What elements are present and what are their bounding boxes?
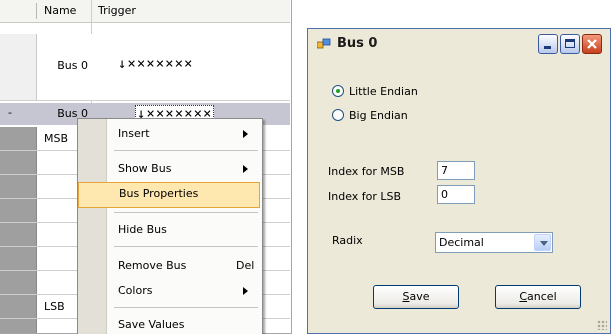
maximize-icon (565, 39, 575, 48)
minimize-button[interactable] (538, 34, 558, 54)
menu-item-label: Remove Bus (118, 259, 187, 272)
menu-item-label: Show Bus (118, 162, 172, 175)
resize-grip-icon[interactable] (597, 320, 607, 330)
app-icon (317, 38, 331, 49)
menu-icon-strip (78, 119, 107, 334)
menu-separator (114, 212, 258, 213)
menu-separator (114, 246, 258, 247)
radio-label: Little Endian (349, 85, 418, 98)
radio-button[interactable] (332, 109, 344, 121)
radix-label: Radix (332, 234, 363, 247)
radio-dot-icon (336, 89, 340, 93)
cancel-accelerator: C (519, 290, 528, 303)
msb-label: Index for MSB (328, 165, 405, 178)
dialog-title: Bus 0 (337, 36, 378, 51)
submenu-arrow-icon (243, 287, 248, 295)
submenu-arrow-icon (243, 165, 248, 173)
lsb-index-value: 0 (441, 188, 448, 201)
msb-index-value: 7 (441, 164, 448, 177)
menu-item-label: Colors (118, 284, 153, 297)
cancel-button[interactable]: Cancel (495, 285, 581, 309)
maximize-button[interactable] (560, 34, 580, 54)
radix-value: Decimal (439, 236, 484, 249)
minimize-icon (544, 46, 551, 49)
submenu-arrow-icon (243, 130, 248, 138)
cancel-label: ancel (527, 290, 557, 303)
menu-separator (114, 150, 258, 151)
lsb-label: Index for LSB (328, 190, 402, 203)
dropdown-button[interactable] (534, 234, 551, 251)
radio-button[interactable] (332, 85, 344, 97)
menu-item-colors[interactable]: Colors (108, 279, 260, 303)
save-button[interactable]: Save (373, 285, 459, 309)
bus-properties-dialog: Bus 0 Little Endian Big Endian Index for… (307, 28, 611, 334)
close-icon (587, 39, 597, 49)
context-menu: Insert Show Bus Bus Properties Hide Bus … (77, 118, 263, 334)
menu-item-label: Bus Properties (119, 187, 199, 200)
msb-index-field[interactable]: 7 (437, 161, 475, 180)
menu-item-shortcut: Del (236, 259, 255, 272)
menu-item-bus-properties[interactable]: Bus Properties (78, 182, 260, 208)
menu-item-insert[interactable]: Insert (108, 122, 260, 146)
menu-item-hide-bus[interactable]: Hide Bus (108, 218, 260, 242)
menu-item-label: Save Values (118, 318, 185, 331)
close-button[interactable] (582, 34, 602, 54)
menu-item-save-values[interactable]: Save Values (108, 313, 260, 334)
menu-item-show-bus[interactable]: Show Bus (108, 157, 260, 181)
lsb-index-field[interactable]: 0 (437, 185, 475, 204)
radix-select[interactable]: Decimal (435, 232, 553, 253)
menu-item-label: Insert (118, 127, 150, 140)
menu-item-remove-bus[interactable]: Remove Bus Del (108, 254, 260, 278)
bus-grid[interactable]: Name Trigger Bus 0 ↓××××××× - Bus 0 ↓×××… (0, 0, 292, 334)
menu-item-label: Hide Bus (118, 223, 167, 236)
radio-label: Big Endian (349, 109, 408, 122)
save-label: ave (409, 290, 430, 303)
dialog-title-bar[interactable]: Bus 0 (308, 29, 610, 59)
chevron-down-icon (540, 241, 548, 246)
menu-separator (114, 307, 258, 308)
